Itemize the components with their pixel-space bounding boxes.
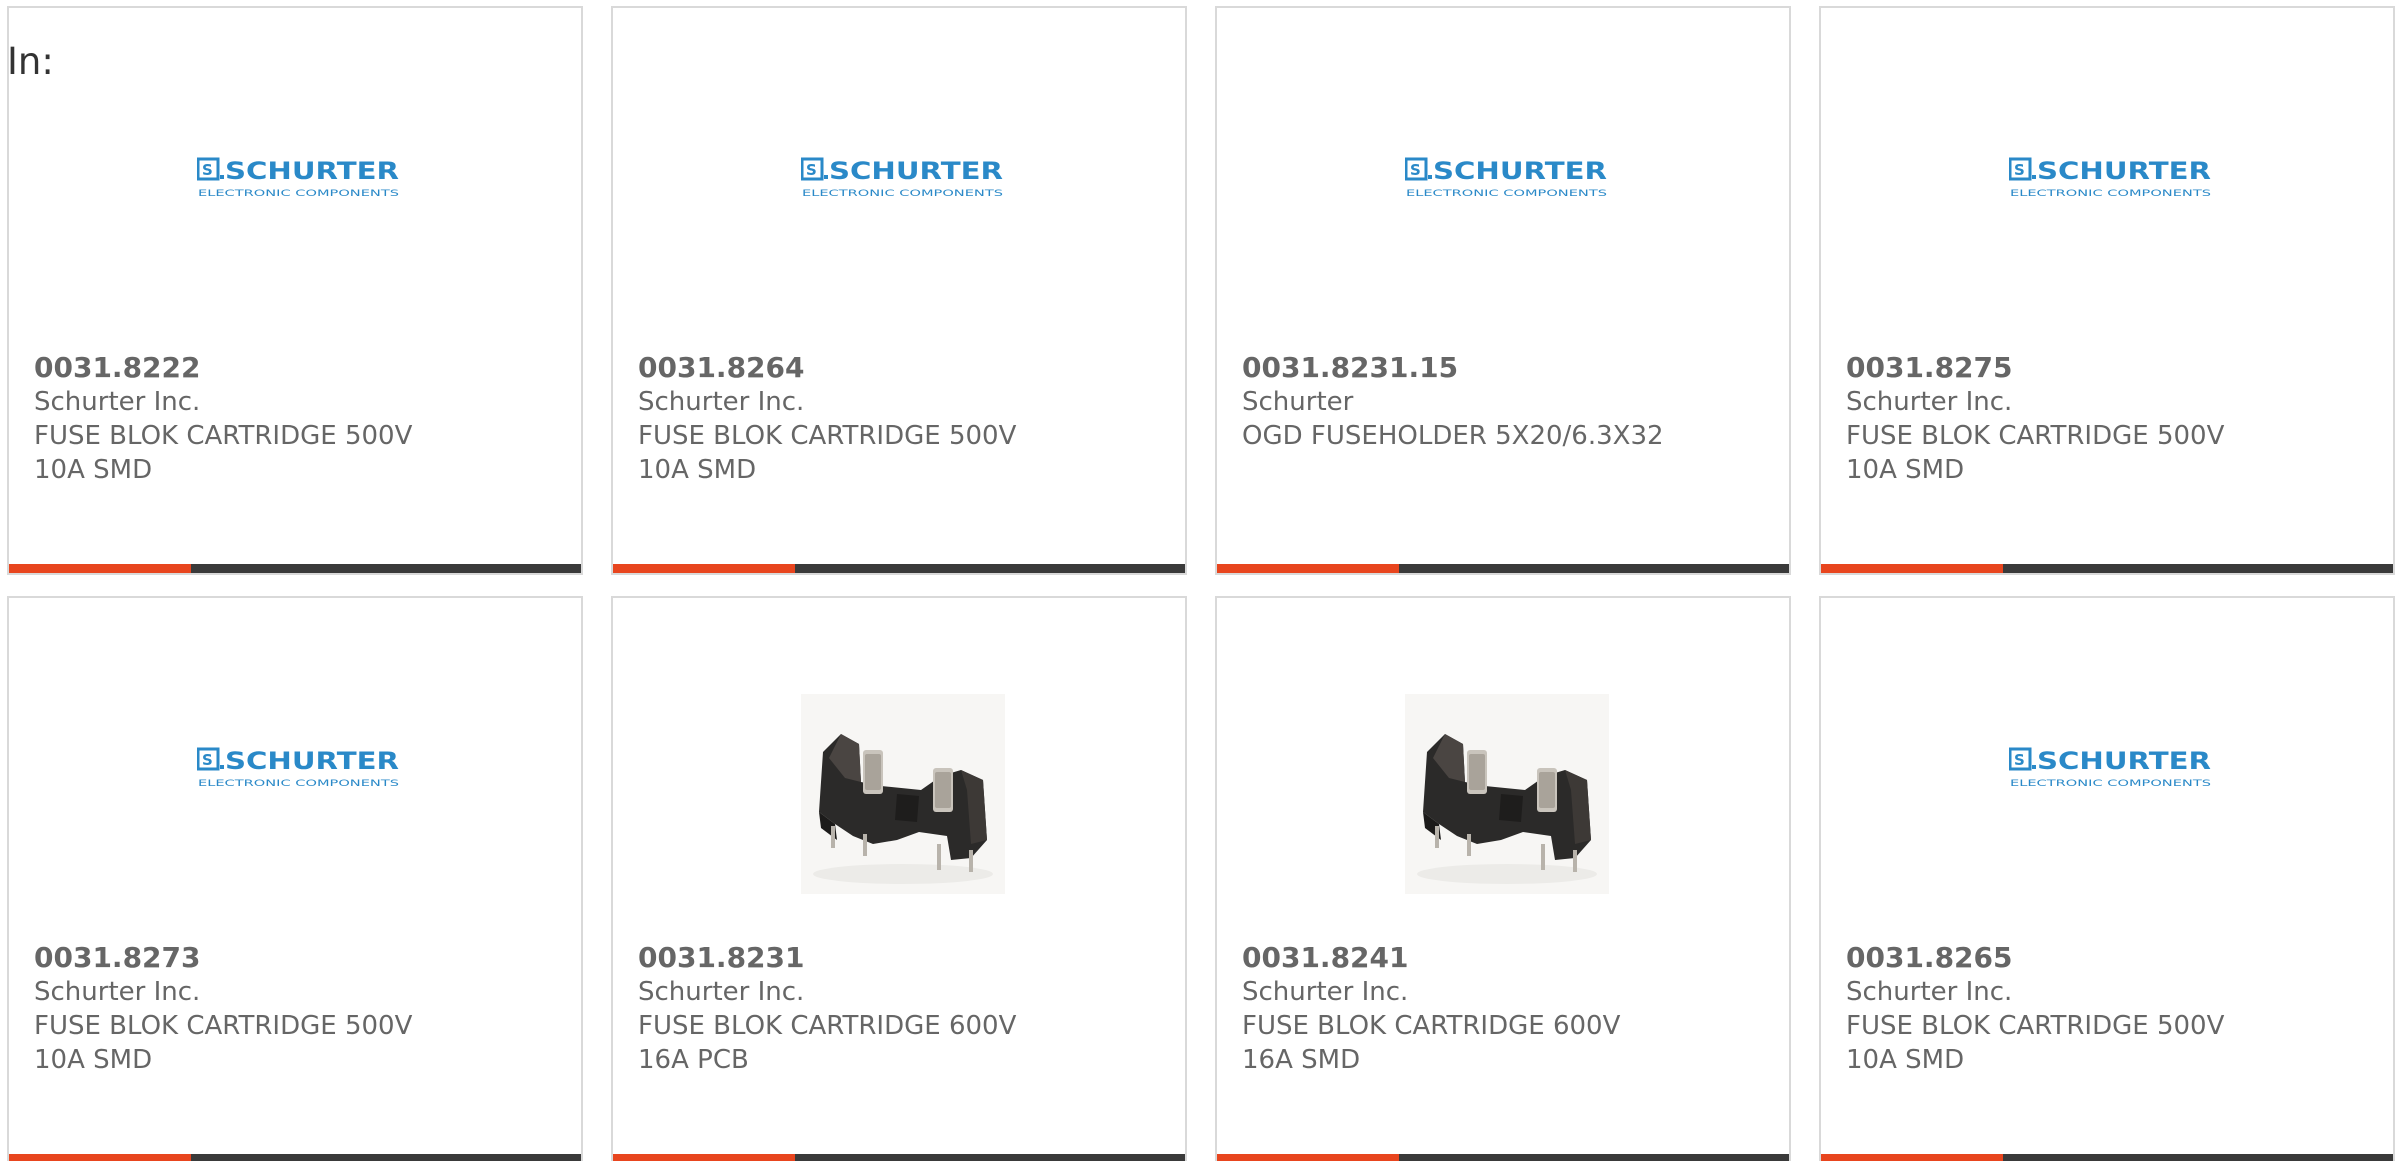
product-card[interactable]: S SCHURTER ELECTRONIC COMPONENTS 0031.82…	[7, 596, 583, 1161]
card-underline-accent	[9, 1154, 191, 1161]
part-number[interactable]: 0031.8265	[1846, 941, 2373, 975]
description-line-1: FUSE BLOK CARTRIDGE 500V	[34, 1011, 413, 1041]
svg-text:ELECTRONIC COMPONENTS: ELECTRONIC COMPONENTS	[2010, 189, 2211, 199]
card-underline-accent	[613, 564, 795, 573]
product-info: 0031.8273 Schurter Inc. FUSE BLOK CARTRI…	[34, 941, 561, 1077]
manufacturer: Schurter Inc.	[34, 977, 201, 1007]
manufacturer: Schurter Inc.	[1846, 387, 2013, 417]
product-image-area: S SCHURTER ELECTRONIC COMPONENTS	[1821, 8, 2393, 338]
svg-text:SCHURTER: SCHURTER	[2037, 747, 2211, 775]
svg-text:SCHURTER: SCHURTER	[225, 747, 399, 775]
card-underline	[1217, 1154, 1789, 1161]
description-line-1: FUSE BLOK CARTRIDGE 500V	[638, 421, 1017, 451]
product-info: 0031.8275 Schurter Inc. FUSE BLOK CARTRI…	[1846, 351, 2373, 487]
svg-text:ELECTRONIC COMPONENTS: ELECTRONIC COMPONENTS	[1406, 189, 1607, 199]
part-number[interactable]: 0031.8275	[1846, 351, 2373, 385]
product-card[interactable]: 0031.8231 Schurter Inc. FUSE BLOK CARTRI…	[611, 596, 1187, 1161]
card-underline	[1821, 1154, 2393, 1161]
description-line-1: FUSE BLOK CARTRIDGE 600V	[1242, 1011, 1621, 1041]
description-line-2: 10A SMD	[1846, 1045, 1965, 1075]
product-info: 0031.8222 Schurter Inc. FUSE BLOK CARTRI…	[34, 351, 561, 487]
card-underline	[613, 1154, 1185, 1161]
svg-text:ELECTRONIC COMPONENTS: ELECTRONIC COMPONENTS	[198, 189, 399, 199]
product-image-area: S SCHURTER ELECTRONIC COMPONENTS	[1217, 8, 1789, 338]
product-image-area	[613, 598, 1185, 928]
product-info: 0031.8231.15 Schurter OGD FUSEHOLDER 5X2…	[1242, 351, 1769, 453]
description-line-2: 10A SMD	[34, 1045, 153, 1075]
product-image-area: S SCHURTER ELECTRONIC COMPONENTS	[9, 8, 581, 338]
fuse-holder-photo	[1405, 694, 1609, 894]
fuse-holder-photo	[801, 694, 1005, 894]
schurter-logo: S SCHURTER ELECTRONIC COMPONENTS	[2009, 746, 2213, 794]
description-line-1: FUSE BLOK CARTRIDGE 500V	[1846, 421, 2225, 451]
description-line-2: 16A PCB	[638, 1045, 749, 1075]
schurter-logo: S SCHURTER ELECTRONIC COMPONENTS	[2009, 156, 2213, 204]
svg-text:S: S	[806, 161, 817, 179]
card-underline-accent	[9, 564, 191, 573]
schurter-logo: S SCHURTER ELECTRONIC COMPONENTS	[801, 156, 1005, 204]
svg-text:ELECTRONIC COMPONENTS: ELECTRONIC COMPONENTS	[802, 189, 1003, 199]
card-underline-accent	[1217, 564, 1399, 573]
description-line-2: 16A SMD	[1242, 1045, 1361, 1075]
manufacturer: Schurter Inc.	[34, 387, 201, 417]
product-info: 0031.8231 Schurter Inc. FUSE BLOK CARTRI…	[638, 941, 1165, 1077]
product-grid-page: In: S SCHURTER ELECTRONIC COMPONENTS 003…	[0, 0, 2400, 1161]
product-info: 0031.8241 Schurter Inc. FUSE BLOK CARTRI…	[1242, 941, 1769, 1077]
product-card[interactable]: S SCHURTER ELECTRONIC COMPONENTS 0031.82…	[611, 6, 1187, 575]
product-image-area: S SCHURTER ELECTRONIC COMPONENTS	[9, 598, 581, 928]
card-underline	[9, 564, 581, 573]
svg-text:S: S	[202, 751, 213, 769]
schurter-logo: S SCHURTER ELECTRONIC COMPONENTS	[197, 156, 401, 204]
product-image-area: S SCHURTER ELECTRONIC COMPONENTS	[1821, 598, 2393, 928]
card-underline-accent	[1821, 564, 2003, 573]
svg-text:S: S	[1410, 161, 1421, 179]
description-line-2: 10A SMD	[1846, 455, 1965, 485]
card-underline-accent	[1821, 1154, 2003, 1161]
part-number[interactable]: 0031.8222	[34, 351, 561, 385]
product-image-area	[1217, 598, 1789, 928]
in-label: In:	[7, 40, 54, 83]
manufacturer: Schurter	[1242, 387, 1354, 417]
part-number[interactable]: 0031.8273	[34, 941, 561, 975]
product-card[interactable]: 0031.8241 Schurter Inc. FUSE BLOK CARTRI…	[1215, 596, 1791, 1161]
svg-text:S: S	[2014, 161, 2025, 179]
product-info: 0031.8264 Schurter Inc. FUSE BLOK CARTRI…	[638, 351, 1165, 487]
part-number[interactable]: 0031.8231.15	[1242, 351, 1769, 385]
schurter-logo: S SCHURTER ELECTRONIC COMPONENTS	[197, 746, 401, 794]
part-number[interactable]: 0031.8264	[638, 351, 1165, 385]
card-underline-accent	[1217, 1154, 1399, 1161]
description-line-1: FUSE BLOK CARTRIDGE 500V	[1846, 1011, 2225, 1041]
product-card[interactable]: S SCHURTER ELECTRONIC COMPONENTS 0031.82…	[1819, 6, 2395, 575]
product-card[interactable]: S SCHURTER ELECTRONIC COMPONENTS 0031.82…	[1819, 596, 2395, 1161]
svg-text:SCHURTER: SCHURTER	[2037, 157, 2211, 185]
svg-text:SCHURTER: SCHURTER	[225, 157, 399, 185]
card-underline	[1217, 564, 1789, 573]
product-image-area: S SCHURTER ELECTRONIC COMPONENTS	[613, 8, 1185, 338]
card-underline	[613, 564, 1185, 573]
svg-text:ELECTRONIC COMPONENTS: ELECTRONIC COMPONENTS	[2010, 779, 2211, 789]
card-underline	[1821, 564, 2393, 573]
part-number[interactable]: 0031.8241	[1242, 941, 1769, 975]
manufacturer: Schurter Inc.	[638, 387, 805, 417]
description-line-2: 10A SMD	[34, 455, 153, 485]
description-line-1: OGD FUSEHOLDER 5X20/6.3X32	[1242, 421, 1664, 451]
product-card[interactable]: S SCHURTER ELECTRONIC COMPONENTS 0031.82…	[1215, 6, 1791, 575]
description-line-1: FUSE BLOK CARTRIDGE 500V	[34, 421, 413, 451]
schurter-logo: S SCHURTER ELECTRONIC COMPONENTS	[1405, 156, 1609, 204]
svg-text:SCHURTER: SCHURTER	[1433, 157, 1607, 185]
card-underline	[9, 1154, 581, 1161]
svg-text:SCHURTER: SCHURTER	[829, 157, 1003, 185]
part-number[interactable]: 0031.8231	[638, 941, 1165, 975]
card-underline-accent	[613, 1154, 795, 1161]
svg-text:S: S	[202, 161, 213, 179]
product-card[interactable]: S SCHURTER ELECTRONIC COMPONENTS 0031.82…	[7, 6, 583, 575]
product-info: 0031.8265 Schurter Inc. FUSE BLOK CARTRI…	[1846, 941, 2373, 1077]
description-line-1: FUSE BLOK CARTRIDGE 600V	[638, 1011, 1017, 1041]
manufacturer: Schurter Inc.	[1242, 977, 1409, 1007]
svg-text:S: S	[2014, 751, 2025, 769]
manufacturer: Schurter Inc.	[638, 977, 805, 1007]
description-line-2: 10A SMD	[638, 455, 757, 485]
manufacturer: Schurter Inc.	[1846, 977, 2013, 1007]
svg-text:ELECTRONIC COMPONENTS: ELECTRONIC COMPONENTS	[198, 779, 399, 789]
